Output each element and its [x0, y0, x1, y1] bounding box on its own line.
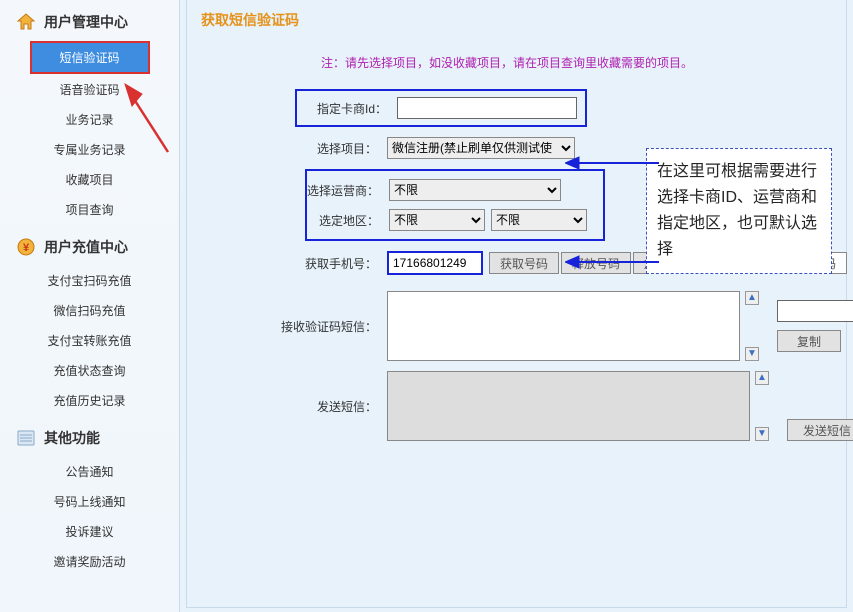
sidebar-section-title: 其他功能: [44, 428, 100, 448]
sidebar-section-title: 用户管理中心: [44, 12, 128, 32]
sidebar-item-recharge-history[interactable]: 充值历史记录: [30, 386, 150, 415]
sidebar-item-alipay-scan[interactable]: 支付宝扫码充值: [30, 266, 150, 295]
arrow-blue-2-icon: [565, 254, 659, 270]
send-sms-button[interactable]: 发送短信: [787, 419, 853, 441]
merchant-id-label: 指定卡商Id：: [305, 100, 397, 117]
main-panel: 获取短信验证码 注：请先选择项目，如没收藏项目，请在项目查询里收藏需要的项目。 …: [180, 0, 853, 612]
sidebar-item-recharge-status[interactable]: 充值状态查询: [30, 356, 150, 385]
sidebar-item-invite-rewards[interactable]: 邀请奖励活动: [30, 547, 150, 576]
phone-input[interactable]: [387, 251, 483, 275]
sidebar-section-user-center: 用户管理中心: [0, 4, 179, 40]
sidebar-section-other: 其他功能: [0, 420, 179, 456]
sidebar-section-title: 用户充值中心: [44, 237, 128, 257]
recv-sms-label: 接收验证码短信：: [247, 318, 387, 335]
sidebar-item-favorite-projects[interactable]: 收藏项目: [30, 165, 150, 194]
get-phone-label: 获取手机号：: [247, 255, 387, 272]
sidebar-item-wechat-scan[interactable]: 微信扫码充值: [30, 296, 150, 325]
home-icon: [16, 12, 36, 32]
operator-region-highlight: 选择运营商： 不限 选定地区： 不限: [305, 169, 605, 241]
sidebar-item-project-query[interactable]: 项目查询: [30, 195, 150, 224]
scroll-up-icon[interactable]: ▲: [755, 371, 769, 385]
arrow-blue-1-icon: [565, 155, 659, 171]
copy-button[interactable]: 复制: [777, 330, 841, 352]
recv-sms-textarea[interactable]: [387, 291, 740, 361]
region-select-1[interactable]: 不限: [389, 209, 485, 231]
choose-project-select[interactable]: 微信注册(禁止刷单仅供测试使: [387, 137, 575, 159]
annotation-note: 在这里可根据需要进行选择卡商ID、运营商和指定地区，也可默认选择: [646, 148, 832, 274]
sidebar-section-recharge-center: ¥ 用户充值中心: [0, 229, 179, 265]
operator-select[interactable]: 不限: [389, 179, 561, 201]
list-icon: [16, 428, 36, 448]
svg-text:¥: ¥: [23, 242, 30, 254]
arrow-red-icon: [118, 78, 174, 158]
get-number-button[interactable]: 获取号码: [489, 252, 559, 274]
sidebar-item-alipay-transfer[interactable]: 支付宝转账充值: [30, 326, 150, 355]
send-sms-label: 发送短信：: [247, 398, 387, 415]
region-label: 选定地区：: [307, 212, 389, 229]
sidebar-item-feedback[interactable]: 投诉建议: [30, 517, 150, 546]
operator-label: 选择运营商：: [307, 182, 389, 199]
coin-icon: ¥: [16, 237, 36, 257]
scroll-up-icon[interactable]: ▲: [745, 291, 759, 305]
sidebar-item-number-online[interactable]: 号码上线通知: [30, 487, 150, 516]
region-select-2[interactable]: 不限: [491, 209, 587, 231]
send-sms-textarea[interactable]: [387, 371, 750, 441]
page-notice: 注：请先选择项目，如没收藏项目，请在项目查询里收藏需要的项目。: [187, 48, 827, 89]
merchant-id-highlight: 指定卡商Id：: [295, 89, 587, 127]
scroll-down-icon[interactable]: ▼: [755, 427, 769, 441]
copy-value-input[interactable]: [777, 300, 853, 322]
sidebar-item-announcement[interactable]: 公告通知: [30, 457, 150, 486]
page-title: 获取短信验证码: [187, 0, 846, 48]
sidebar-item-sms-code[interactable]: 短信验证码: [30, 41, 150, 74]
scroll-down-icon[interactable]: ▼: [745, 347, 759, 361]
choose-project-label: 选择项目：: [247, 140, 387, 157]
merchant-id-input[interactable]: [397, 97, 577, 119]
